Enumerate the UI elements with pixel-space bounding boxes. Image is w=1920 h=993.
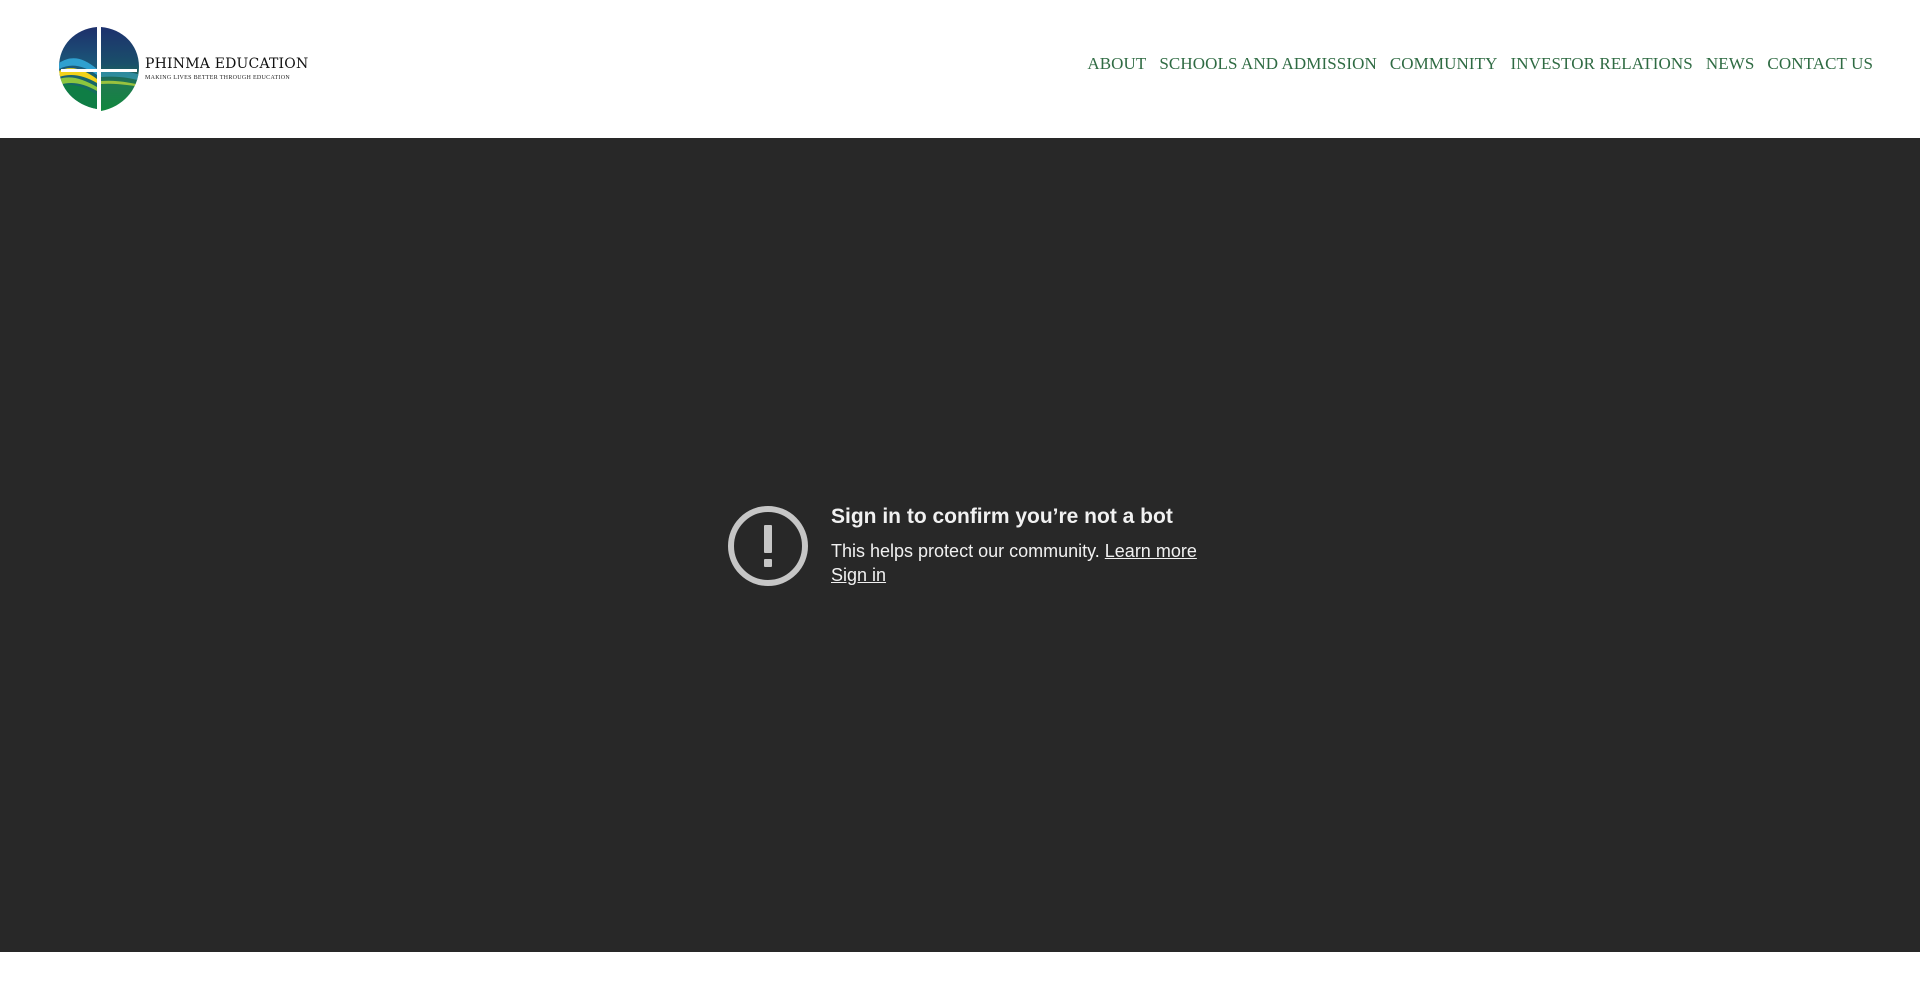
logo-wordmark: PHINMA EDUCATION MAKING LIVES BETTER THR… [145, 56, 308, 82]
site-logo[interactable]: PHINMA EDUCATION MAKING LIVES BETTER THR… [57, 25, 308, 111]
logo-name: PHINMA EDUCATION [145, 56, 309, 72]
site-header: PHINMA EDUCATION MAKING LIVES BETTER THR… [0, 0, 1920, 138]
bot-check-message: Sign in to confirm you’re not a bot This… [727, 505, 1197, 587]
learn-more-link[interactable]: Learn more [1105, 541, 1197, 561]
phinma-logo-icon [59, 25, 139, 111]
bot-check-description: This helps protect our community. Learn … [831, 539, 1197, 563]
nav-about[interactable]: ABOUT [1087, 54, 1146, 74]
nav-contact-us[interactable]: CONTACT US [1767, 54, 1873, 74]
nav-investor-relations[interactable]: INVESTOR RELATIONS [1510, 54, 1692, 74]
page-bottom-strip [0, 952, 1920, 993]
bot-check-title: Sign in to confirm you’re not a bot [831, 505, 1173, 528]
sign-in-link[interactable]: Sign in [831, 563, 886, 587]
bot-check-text: Sign in to confirm you’re not a bot This… [831, 505, 1197, 587]
nav-community[interactable]: COMMUNITY [1390, 54, 1498, 74]
logo-tagline: MAKING LIVES BETTER THROUGH EDUCATION [145, 75, 290, 81]
nav-schools-and-admission[interactable]: SCHOOLS AND ADMISSION [1159, 54, 1376, 74]
nav-news[interactable]: NEWS [1706, 54, 1755, 74]
main-nav: ABOUT SCHOOLS AND ADMISSION COMMUNITY IN… [1074, 54, 1873, 74]
alert-circle-icon [728, 506, 808, 586]
bot-check-description-text: This helps protect our community. [831, 541, 1105, 561]
